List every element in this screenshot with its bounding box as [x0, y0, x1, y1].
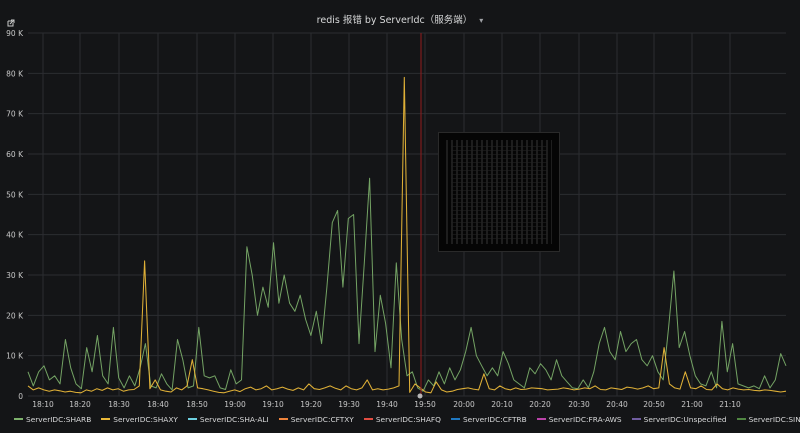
x-tick-label: 20:00	[453, 400, 475, 409]
chart-panel: redis 报错 by ServerIdc（服务端） ▾ 90 K 80 K 70 …	[0, 0, 800, 433]
y-tick-label: 90 K	[6, 29, 24, 38]
y-tick-label: 20 K	[6, 311, 24, 320]
legend-label: ServerIDC:SHAFQ	[375, 414, 441, 424]
x-tick-label: 18:50	[186, 400, 208, 409]
x-tick-label: 19:30	[338, 400, 360, 409]
legend-label: ServerIDC:SIN-AWS	[748, 414, 800, 424]
x-tick-label: 21:00	[681, 400, 703, 409]
legend-label: ServerIDC:CFTRB	[462, 414, 527, 424]
legend-item[interactable]: ServerIDC:CFTXY	[278, 414, 354, 424]
legend-swatch	[187, 418, 197, 420]
legend-label: ServerIDC:Unspecified	[643, 414, 727, 424]
y-tick-label: 0	[18, 392, 23, 401]
legend-swatch	[278, 418, 288, 420]
x-tick-label: 20:50	[643, 400, 665, 409]
line-chart: 90 K 80 K 70 K 60 K 50 K 40 K 30 K 20 K 10 K 0 18:…	[6, 29, 787, 409]
legend-swatch	[631, 418, 641, 420]
legend-label: ServerIDC:SHA-ALI	[199, 414, 269, 424]
legend-swatch	[101, 418, 111, 420]
x-tick-label: 18:30	[108, 400, 130, 409]
legend-swatch	[536, 418, 546, 420]
legend-label: ServerIDC:FRA-AWS	[548, 414, 622, 424]
legend-item[interactable]: ServerIDC:SHAFQ	[363, 414, 441, 424]
x-tick-label: 20:30	[568, 400, 590, 409]
legend-item[interactable]: ServerIDC:FRA-AWS	[536, 414, 622, 424]
y-tick-label: 40 K	[6, 231, 24, 240]
legend-item[interactable]: ServerIDC:SHARB	[14, 415, 91, 424]
legend-item[interactable]: ServerIDC:SHA-ALI	[187, 414, 269, 424]
legend-item[interactable]: ServerIDC:SIN-AWS	[736, 414, 800, 424]
legend-label: ServerIDC:SHARB	[26, 414, 92, 424]
legend-swatch	[363, 418, 373, 420]
y-tick-label: 10 K	[6, 352, 24, 361]
y-tick-label: 60 K	[6, 150, 24, 159]
x-tick-label: 18:20	[69, 400, 91, 409]
legend-label: ServerIDC:SHAXY	[113, 414, 178, 424]
y-tick-label: 70 K	[6, 110, 24, 119]
legend-label: ServerIDC:CFTXY	[290, 414, 354, 424]
x-tick-label: 21:10	[719, 400, 741, 409]
legend-item[interactable]: ServerIDC:Unspecified	[631, 414, 727, 424]
legend-item[interactable]: ServerIDC:CFTRB	[450, 414, 527, 424]
x-tick-label: 18:40	[147, 400, 169, 409]
legend-swatch	[736, 418, 746, 420]
legend-item[interactable]: ServerIDC:SHAXY	[101, 415, 178, 424]
legend-swatch	[14, 418, 23, 420]
y-tick-label: 30 K	[6, 271, 24, 280]
x-tick-label: 19:00	[224, 400, 246, 409]
chart-legend: ServerIDC:SHARB ServerIDC:SHAXY ServerIDC:…	[14, 411, 800, 427]
y-tick-label: 80 K	[6, 69, 24, 78]
x-tick-label: 19:20	[300, 400, 322, 409]
x-tick-label: 19:40	[376, 400, 398, 409]
y-tick-label: 50 K	[6, 190, 24, 199]
redacted-overlay	[438, 132, 560, 252]
x-tick-label: 18:10	[32, 400, 54, 409]
x-tick-label: 20:40	[606, 400, 628, 409]
x-tick-label: 19:10	[262, 400, 284, 409]
x-tick-label: 19:50	[414, 400, 436, 409]
x-tick-label: 20:20	[529, 400, 551, 409]
x-tick-label: 20:10	[491, 400, 513, 409]
hover-marker	[417, 393, 423, 399]
legend-swatch	[450, 418, 460, 420]
